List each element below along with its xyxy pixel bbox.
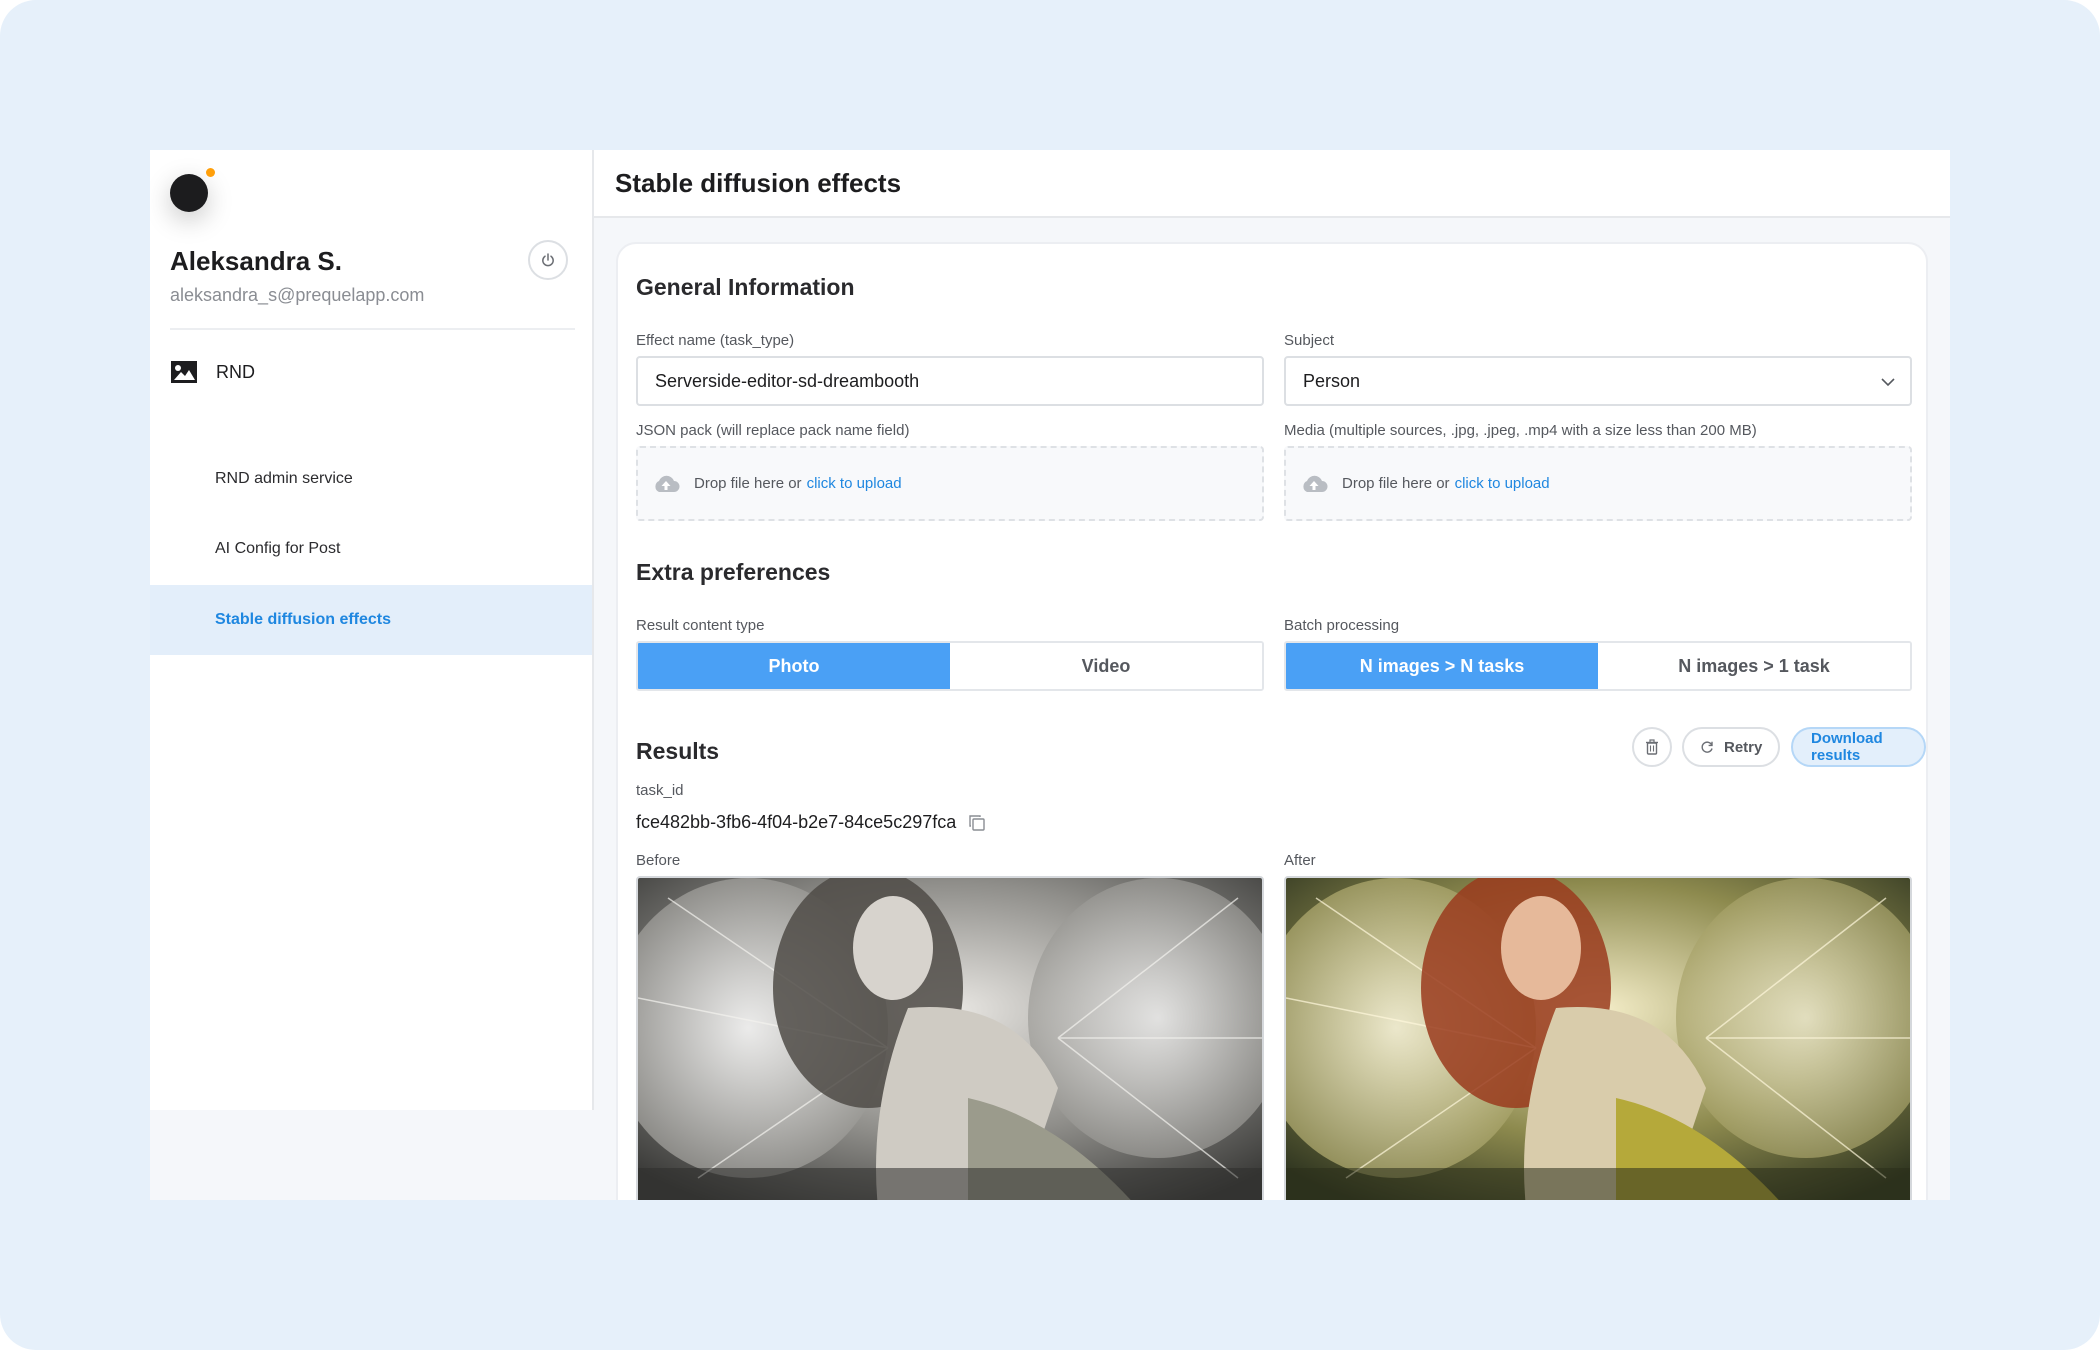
content-type-label: Result content type (636, 617, 765, 634)
effect-name-input[interactable]: Serverside-editor-sd-dreambooth (636, 356, 1264, 406)
nav-group-label: RND (216, 361, 255, 382)
image-icon (171, 361, 197, 383)
effect-name-label: Effect name (task_type) (636, 332, 795, 349)
refresh-icon (1701, 741, 1713, 753)
before-image (636, 876, 1264, 1200)
after-image-art (1286, 878, 1910, 1200)
content-type-video-option[interactable]: Video (950, 643, 1262, 689)
after-image (1284, 876, 1912, 1200)
nav-group-rnd[interactable]: RND (170, 360, 255, 384)
retry-label: Retry (1724, 738, 1763, 756)
sidebar-item-stable-diffusion-effects[interactable]: Stable diffusion effects (150, 585, 592, 655)
content-type-photo-option[interactable]: Photo (638, 643, 950, 689)
media-dropzone[interactable]: Drop file here or click to upload (1284, 446, 1912, 521)
logout-button[interactable] (528, 240, 568, 280)
click-to-upload-link[interactable]: click to upload (807, 475, 902, 492)
user-email: aleksandra_s@prequelapp.com (170, 285, 425, 305)
results-title: Results (636, 738, 720, 764)
extra-preferences-title: Extra preferences (636, 559, 831, 585)
app-frame: Aleksandra S. aleksandra_s@prequelapp.co… (0, 0, 2100, 1350)
before-label: Before (636, 852, 681, 869)
retry-button[interactable]: Retry (1682, 727, 1781, 767)
app-window: Aleksandra S. aleksandra_s@prequelapp.co… (150, 150, 1950, 1200)
after-label: After (1284, 852, 1316, 869)
sidebar-item-rnd-admin-service[interactable]: RND admin service (150, 444, 592, 514)
task-id: fce482bb-3fb6-4f04-b2e7-84ce5c297fca (636, 812, 986, 833)
drop-text: Drop file here or (694, 475, 802, 492)
download-results-button[interactable]: Download results (1791, 727, 1926, 767)
subject-label: Subject (1284, 332, 1335, 349)
page-title: Stable diffusion effects (615, 168, 902, 198)
sidebar-item-ai-config-for-post[interactable]: AI Config for Post (150, 514, 592, 584)
batch-processing-label: Batch processing (1284, 617, 1400, 634)
cloud-upload-icon (1303, 475, 1328, 492)
content-type-toggle: Photo Video (636, 641, 1264, 691)
effect-form-card: General Information Effect name (task_ty… (616, 242, 1928, 1200)
sidebar-divider (170, 328, 575, 330)
cloud-upload-icon (655, 475, 680, 492)
json-pack-label: JSON pack (will replace pack name field) (636, 422, 910, 439)
sidebar-item-label: RND admin service (215, 470, 353, 487)
batch-processing-toggle: N images > N tasks N images > 1 task (1284, 641, 1912, 691)
sidebar: Aleksandra S. aleksandra_s@prequelapp.co… (150, 150, 594, 1110)
delete-button[interactable] (1632, 727, 1672, 767)
task-id-label: task_id (636, 782, 684, 799)
batch-1-task-option[interactable]: N images > 1 task (1598, 643, 1910, 689)
task-id-value: fce482bb-3fb6-4f04-b2e7-84ce5c297fca (636, 812, 957, 832)
download-results-label: Download results (1811, 730, 1883, 764)
status-dot (206, 168, 215, 177)
general-info-title: General Information (636, 274, 855, 300)
click-to-upload-link[interactable]: click to upload (1455, 475, 1550, 492)
subject-value: Person (1303, 370, 1361, 391)
chevron-down-icon (1881, 378, 1895, 387)
json-pack-dropzone[interactable]: Drop file here or click to upload (636, 446, 1264, 521)
user-name: Aleksandra S. (170, 246, 342, 276)
copy-icon[interactable] (968, 814, 986, 832)
drop-text: Drop file here or (1342, 475, 1450, 492)
power-icon (542, 253, 554, 267)
sidebar-item-label: AI Config for Post (215, 540, 341, 557)
avatar-circle (170, 174, 208, 212)
media-label: Media (multiple sources, .jpg, .jpeg, .m… (1284, 422, 1757, 439)
main-header: Stable diffusion effects (594, 150, 1950, 218)
subject-select[interactable]: Person (1284, 356, 1912, 406)
avatar[interactable] (170, 174, 208, 212)
trash-icon (1646, 739, 1658, 755)
effect-name-value: Serverside-editor-sd-dreambooth (655, 370, 920, 391)
batch-n-tasks-option[interactable]: N images > N tasks (1286, 643, 1598, 689)
sidebar-item-label: Stable diffusion effects (215, 611, 392, 628)
before-image-art (638, 878, 1262, 1200)
